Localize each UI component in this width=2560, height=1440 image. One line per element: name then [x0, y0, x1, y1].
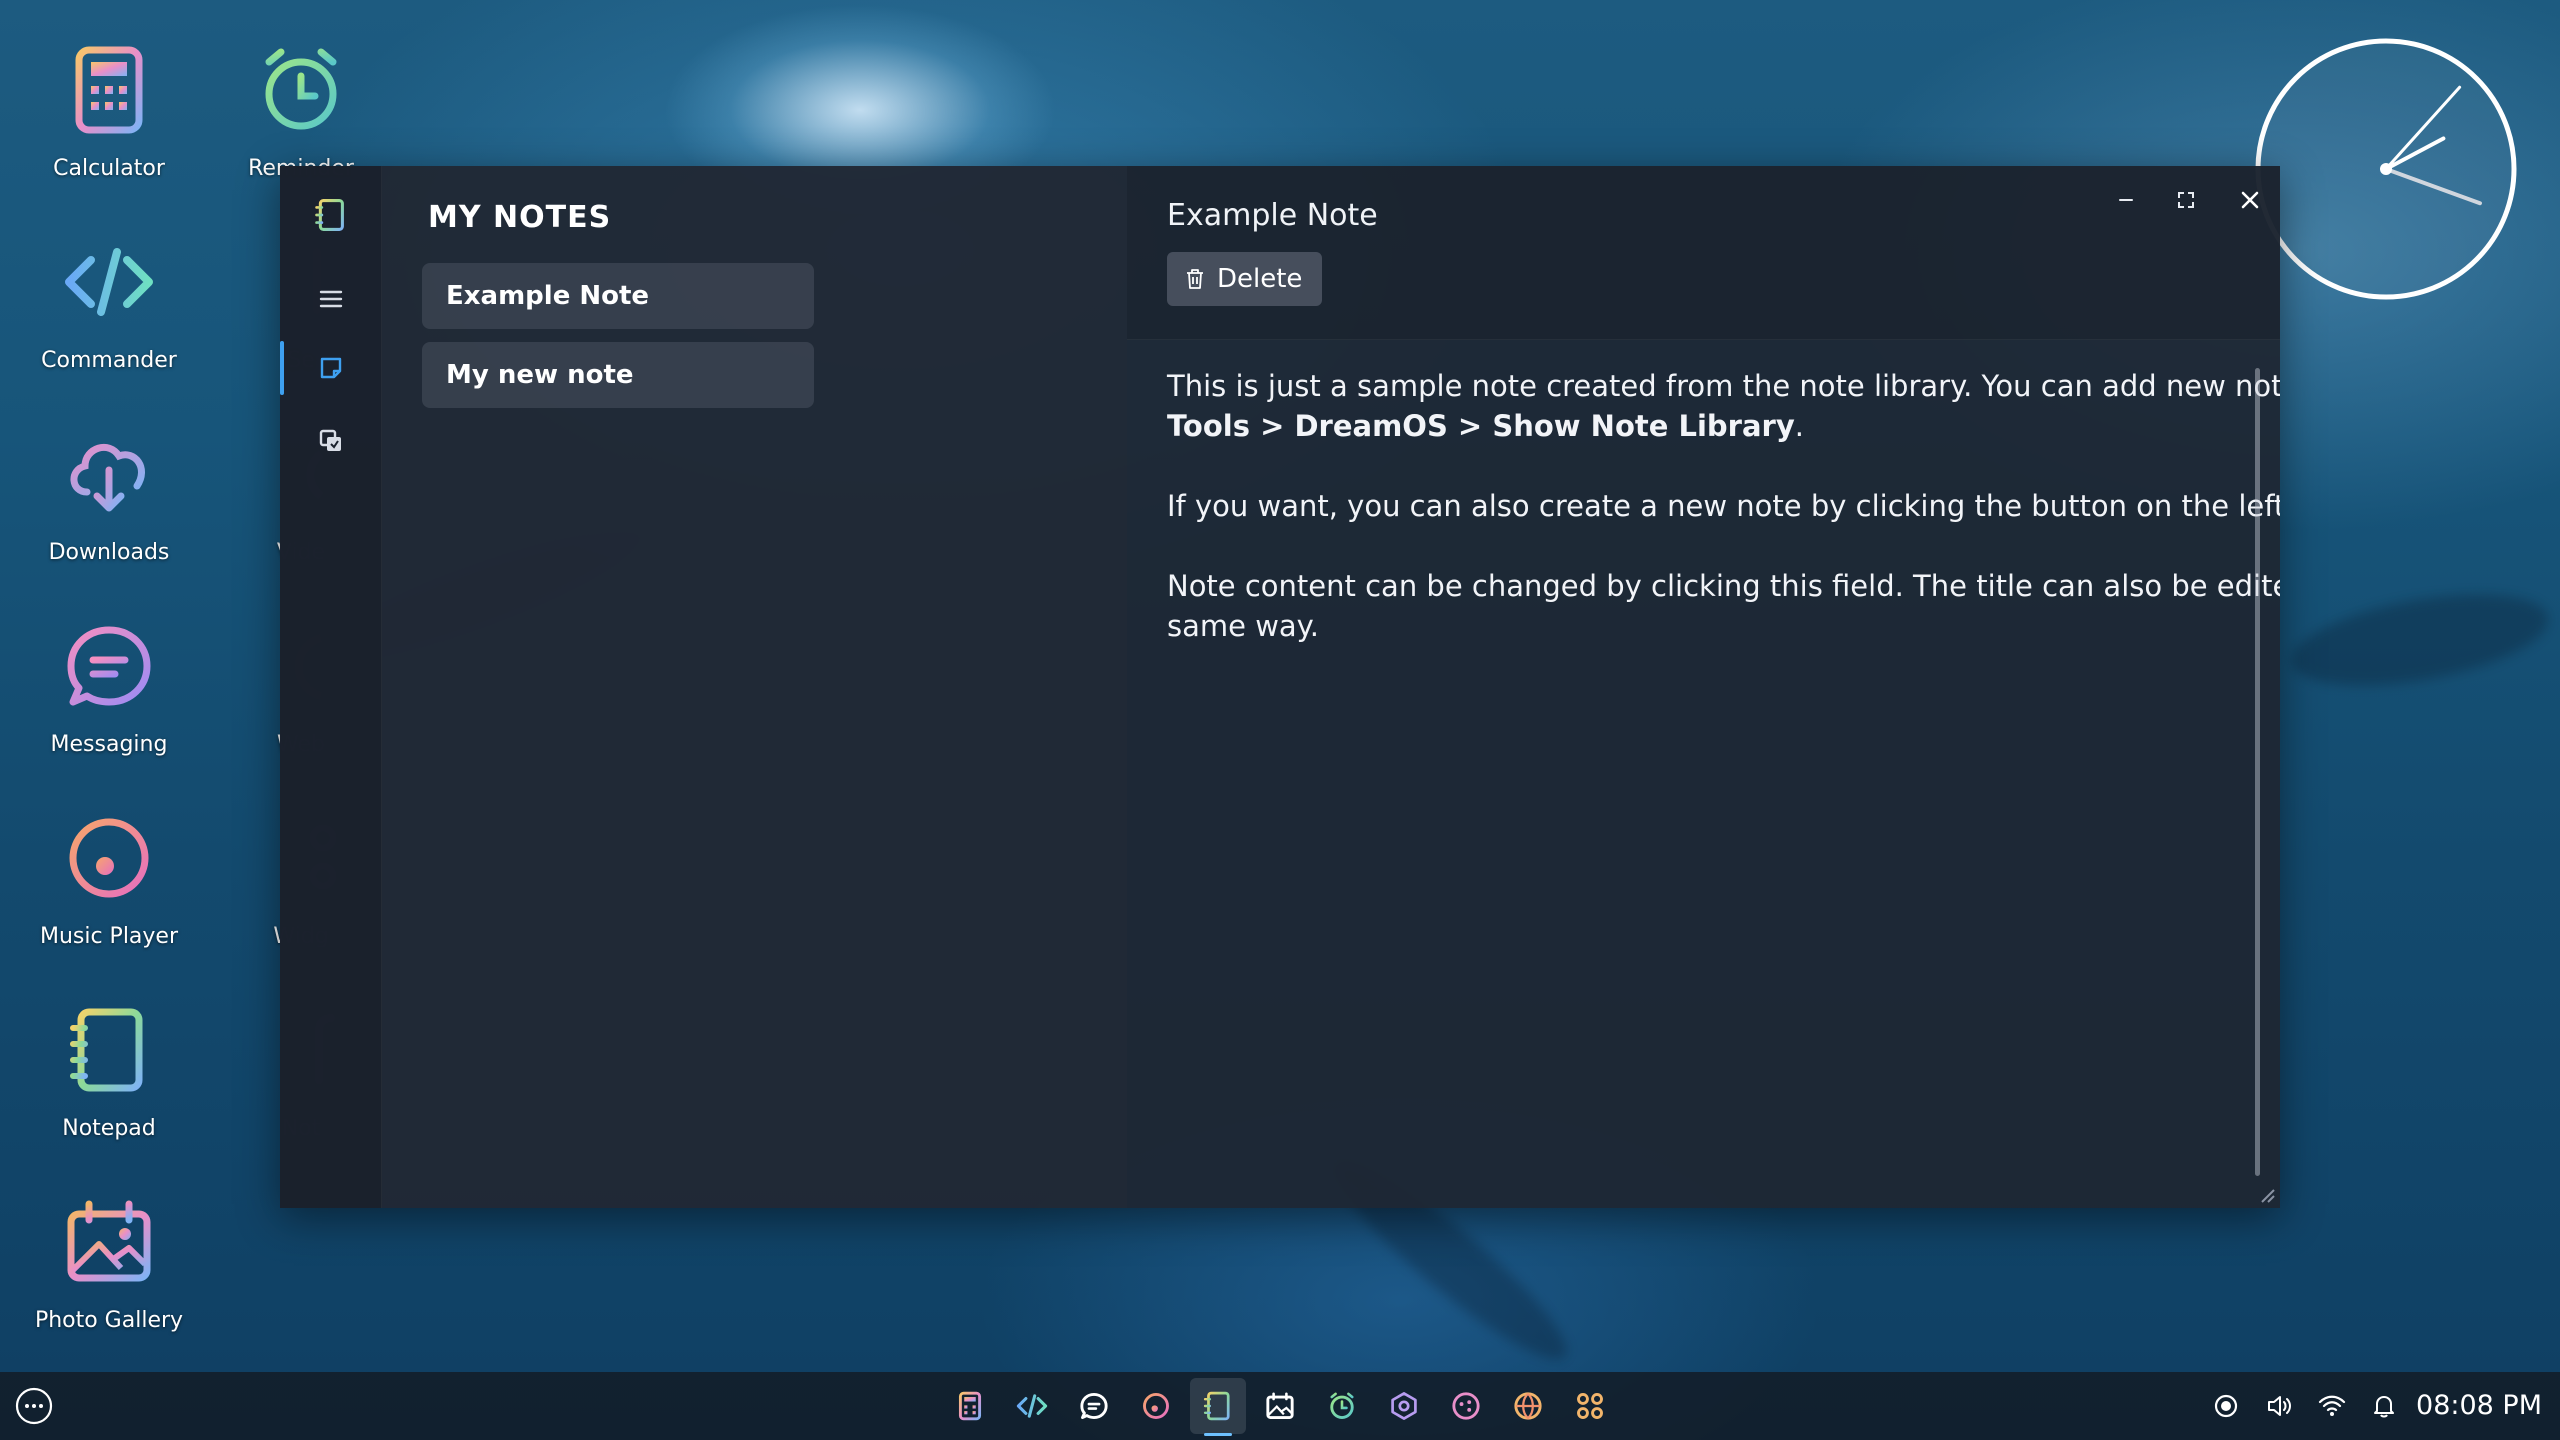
more-options-icon — [15, 1387, 53, 1425]
bell-icon — [2374, 1396, 2394, 1418]
desktop-icon-calculator[interactable]: Calculator — [14, 40, 204, 181]
taskbar-calculator[interactable] — [948, 1384, 992, 1428]
close-button[interactable] — [2226, 176, 2274, 224]
notepad-window: MY NOTES Example Note My new note Exampl… — [280, 166, 2280, 1208]
desktop-icon-commander[interactable]: Commander — [14, 232, 204, 373]
minimize-button[interactable] — [2102, 176, 2150, 224]
taskbar-games[interactable] — [1444, 1384, 1488, 1428]
note-list-item[interactable]: My new note — [422, 342, 814, 408]
desktop-icon-messaging[interactable]: Messaging — [14, 616, 204, 757]
notepad-icon — [315, 199, 344, 231]
trash-icon — [1187, 269, 1203, 289]
wifi-icon — [2318, 1395, 2346, 1416]
notes-list-panel: MY NOTES Example Note My new note — [382, 166, 1127, 1208]
note-library-button[interactable] — [306, 416, 356, 466]
close-icon — [2241, 191, 2259, 209]
app-logo — [306, 190, 356, 240]
taskbar-app-grid[interactable] — [1568, 1384, 1612, 1428]
note-editor: Example Note Delete This is just a sampl… — [1127, 166, 2280, 1208]
note-text: This is just a sample note created from … — [1167, 369, 2280, 403]
desktop-icon-label: Downloads — [48, 540, 170, 565]
desktop-icon-label: Music Player — [39, 924, 179, 949]
web-icon — [1514, 1392, 1542, 1420]
gallery-icon — [1266, 1392, 1294, 1419]
speaker-icon — [2268, 1396, 2291, 1416]
code-icon — [1016, 1394, 1048, 1418]
games-icon — [1452, 1392, 1480, 1420]
alarm-clock-icon — [265, 48, 337, 130]
desktop-icon-label: Messaging — [50, 732, 168, 757]
taskbar: 08:08 PM — [0, 1372, 2560, 1440]
notes-panel-title: MY NOTES — [428, 200, 612, 235]
maximize-icon — [2178, 192, 2194, 208]
desktop-icon-label: Photo Gallery — [34, 1308, 184, 1333]
desktop-icon-label: Commander — [41, 348, 177, 373]
minimize-icon — [2119, 199, 2133, 201]
notepad-icon — [70, 1008, 143, 1092]
taskbar-clock[interactable]: 08:08 PM — [2416, 1390, 2542, 1421]
taskbar-photo-gallery[interactable] — [1258, 1384, 1302, 1428]
note-paragraph: This is just a sample note created from … — [1167, 366, 2280, 446]
note-paragraph: If you want, you can also create a new n… — [1167, 489, 2280, 523]
taskbar-notepad-active[interactable] — [1190, 1378, 1246, 1436]
delete-button-label: Delete — [1217, 264, 1303, 294]
delete-button[interactable]: Delete — [1167, 252, 1323, 306]
code-icon — [65, 248, 153, 316]
desktop-icon-downloads[interactable]: Downloads — [14, 424, 204, 565]
tray-wifi[interactable] — [2316, 1390, 2348, 1422]
desktop-icon-music-player[interactable]: Music Player — [14, 808, 204, 949]
vertical-scrollbar[interactable] — [2255, 368, 2260, 1176]
menu-button[interactable] — [306, 274, 356, 324]
note-library-icon — [319, 429, 341, 451]
taskbar-music-player[interactable] — [1134, 1384, 1178, 1428]
sticky-note-icon — [320, 357, 342, 379]
note-title[interactable]: Example Note — [1167, 198, 1378, 233]
note-list-item-selected[interactable]: Example Note — [422, 263, 814, 329]
reminder-icon — [1330, 1392, 1354, 1419]
photo-gallery-icon — [67, 1200, 151, 1282]
taskbar-reminder[interactable] — [1320, 1384, 1364, 1428]
music-icon — [1143, 1393, 1169, 1419]
apps-grid-icon — [1577, 1393, 1603, 1419]
resize-grip-icon[interactable] — [2256, 1184, 2276, 1204]
new-note-button[interactable] — [306, 343, 356, 393]
desktop-icon-photo-gallery[interactable]: Photo Gallery — [14, 1192, 204, 1333]
desktop-icon-notepad[interactable]: Notepad — [14, 1000, 204, 1141]
active-indicator — [280, 341, 284, 395]
tray-volume[interactable] — [2264, 1390, 2296, 1422]
taskbar-messaging[interactable] — [1072, 1384, 1116, 1428]
start-menu-button[interactable] — [12, 1384, 56, 1428]
note-content-field[interactable]: This is just a sample note created from … — [1167, 366, 2280, 686]
desktop-icon-label: Notepad — [62, 1116, 156, 1141]
left-toolbar — [280, 166, 382, 1208]
tray-screen-record[interactable] — [2210, 1390, 2242, 1422]
messaging-icon — [1080, 1393, 1108, 1419]
taskbar-settings[interactable] — [1382, 1384, 1426, 1428]
taskbar-commander[interactable] — [1010, 1384, 1054, 1428]
tray-notifications[interactable] — [2368, 1390, 2400, 1422]
chat-bubble-icon — [67, 626, 151, 706]
desktop-icon-label: Calculator — [53, 156, 165, 181]
desktop-icon-reminder[interactable]: Reminder — [206, 40, 396, 181]
note-text: . — [1794, 409, 1804, 443]
taskbar-web[interactable] — [1506, 1384, 1550, 1428]
note-bold-text: Tools > DreamOS > Show Note Library — [1167, 409, 1795, 443]
calculator-icon — [958, 1391, 982, 1421]
music-player-icon — [69, 818, 149, 898]
settings-icon — [1391, 1392, 1417, 1420]
notepad-icon — [1203, 1391, 1230, 1421]
note-paragraph: Note content can be changed by clicking … — [1167, 569, 2280, 643]
calculator-icon — [75, 46, 143, 134]
maximize-button[interactable] — [2162, 176, 2210, 224]
hamburger-menu-icon — [319, 290, 343, 308]
cloud-download-icon — [70, 443, 145, 512]
record-icon — [2214, 1394, 2238, 1418]
analog-clock-widget — [2255, 38, 2517, 300]
